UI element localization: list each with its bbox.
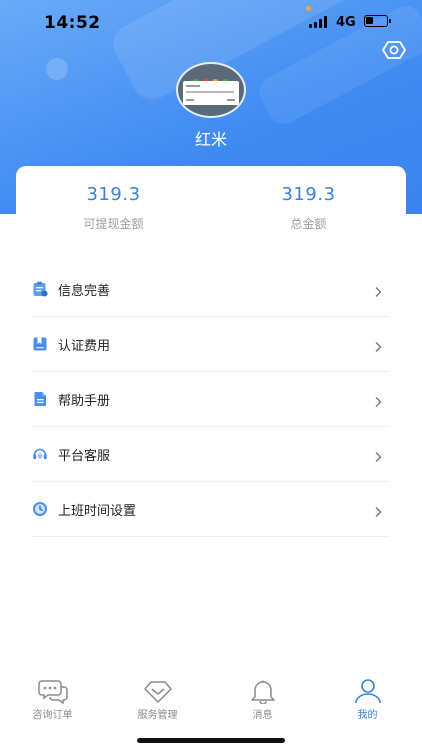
total-label: 总金额 [290,217,327,231]
document-icon [32,391,48,407]
bottom-tab-bar: 咨询订单 服务管理 消息 我的 [0,672,422,722]
tab-consult-orders[interactable]: 咨询订单 [0,672,105,721]
tab-mine[interactable]: 我的 [315,672,420,721]
menu-item-label: 帮助手册 [58,394,111,409]
chevron-right-icon [372,283,384,297]
menu-item-label: 平台客服 [58,449,111,464]
menu-item-customer-service[interactable]: 平台客服 [32,427,390,482]
signal-icon [309,16,329,28]
total-amount[interactable]: 319.3 总金额 [211,184,406,232]
chat-bubbles-icon [37,678,68,705]
withdrawable-label: 可提现金额 [83,217,144,231]
withdrawable-value: 319.3 [86,184,141,205]
avatar[interactable] [176,62,246,118]
chevron-right-icon [372,503,384,517]
tab-label: 我的 [357,710,378,721]
clock-icon [32,501,48,517]
chevron-right-icon [372,448,384,462]
bookmark-book-icon [32,336,48,352]
menu-item-label: 认证费用 [58,339,111,354]
tab-messages[interactable]: 消息 [210,672,315,721]
total-value: 319.3 [281,184,336,205]
menu-item-help-manual[interactable]: 帮助手册 [32,372,390,427]
chevron-right-icon [372,338,384,352]
menu-item-label: 信息完善 [58,284,111,299]
headset-icon [32,446,48,462]
tab-service-management[interactable]: 服务管理 [105,672,210,721]
status-time: 14:52 [44,13,101,33]
status-bar: 14:52 4G [0,0,422,44]
tab-label: 服务管理 [137,710,178,721]
network-type: 4G [336,15,356,30]
withdrawable-amount[interactable]: 319.3 可提现金额 [16,184,211,232]
settings-menu: 信息完善 认证费用 帮助手册 平台客服 上班时间设置 [32,262,390,537]
menu-item-work-hours[interactable]: 上班时间设置 [32,482,390,537]
settings-icon[interactable] [382,38,406,62]
menu-item-certification-fee[interactable]: 认证费用 [32,317,390,372]
menu-item-label: 上班时间设置 [58,504,137,519]
user-icon [353,678,383,704]
balance-card: 319.3 可提现金额 319.3 总金额 [16,166,406,256]
tab-label: 咨询订单 [32,710,73,721]
bell-icon [248,678,278,705]
menu-item-info[interactable]: 信息完善 [32,262,390,317]
battery-icon [364,15,391,27]
tab-label: 消息 [252,710,273,721]
user-name: 红米 [194,130,227,149]
diamond-icon [143,678,173,704]
header-decoration [46,58,68,80]
chevron-right-icon [372,393,384,407]
profile-info-icon [32,281,48,297]
home-indicator[interactable] [137,738,285,743]
